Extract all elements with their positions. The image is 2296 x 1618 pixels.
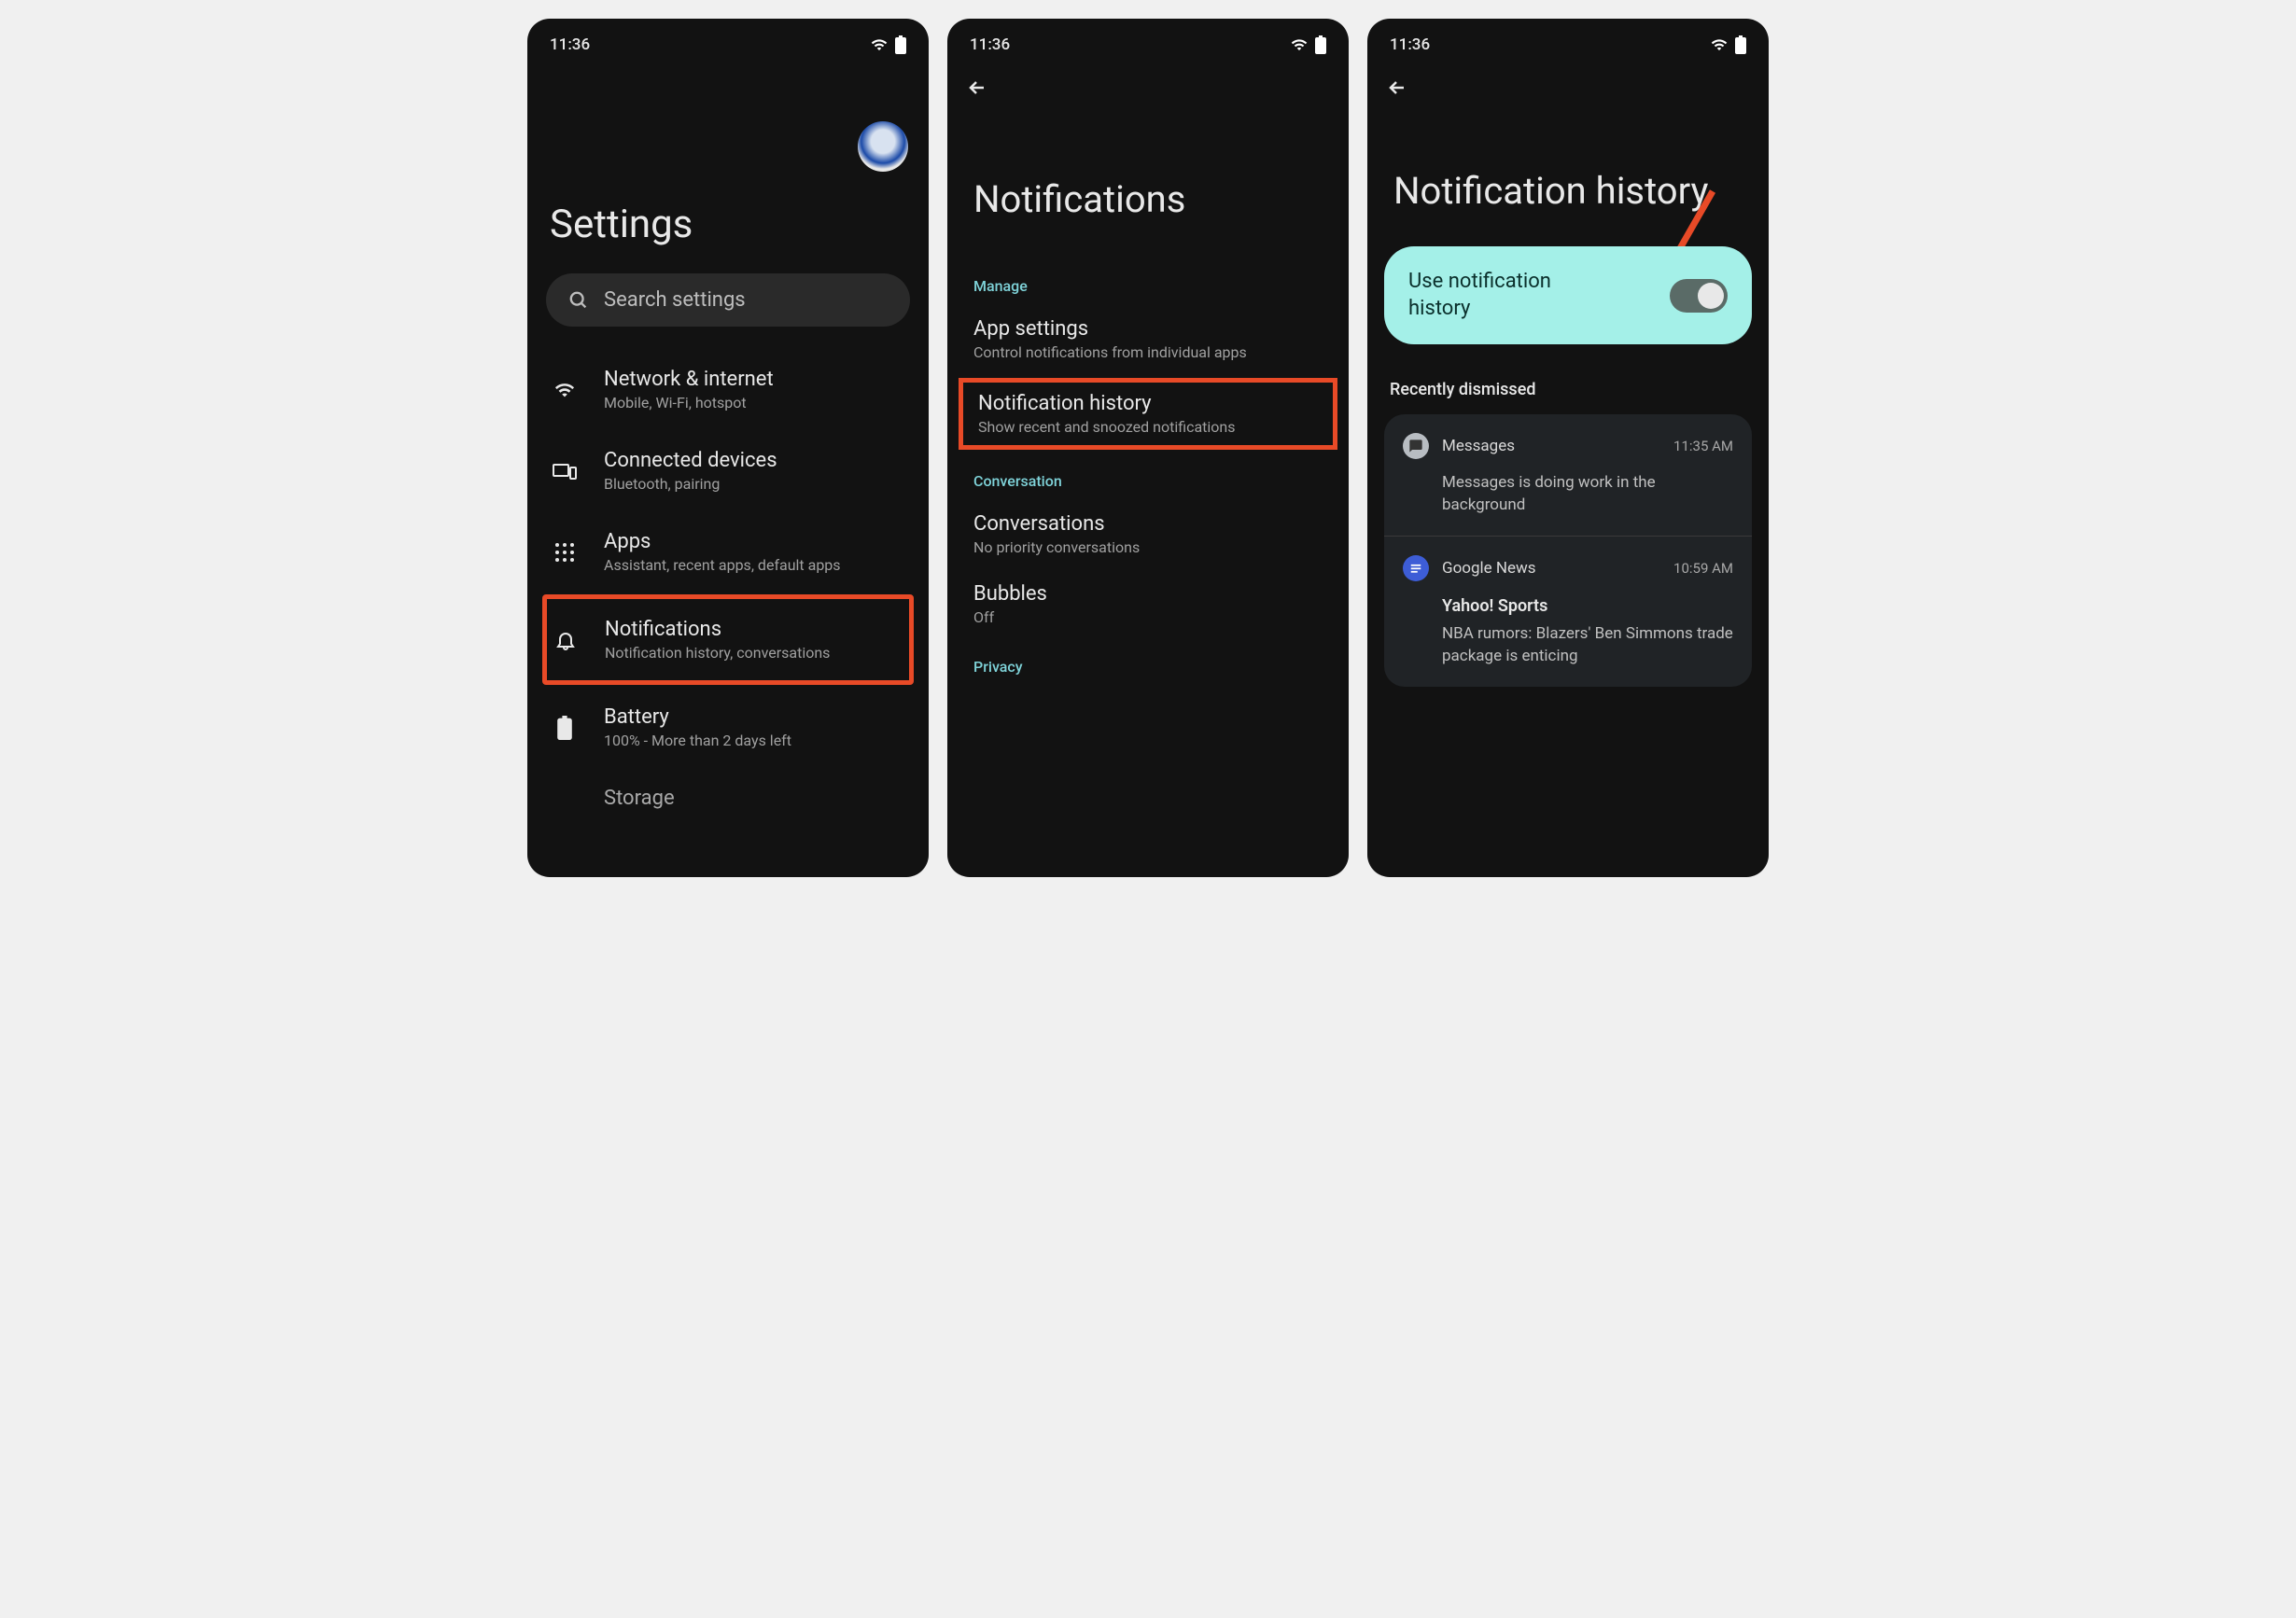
section-recently-dismissed: Recently dismissed — [1367, 372, 1769, 414]
item-title: Battery — [604, 705, 791, 729]
notification-time: 10:59 AM — [1673, 560, 1733, 577]
dismissed-notification[interactable]: Google News 10:59 AM Yahoo! Sports NBA r… — [1384, 537, 1752, 687]
status-bar: 11:36 — [527, 19, 929, 62]
item-title: Notification history — [978, 392, 1318, 415]
item-subtitle: Notification history, conversations — [605, 644, 830, 662]
wifi-icon — [1289, 36, 1309, 53]
section-label-manage: Manage — [947, 258, 1349, 304]
item-title: App settings — [973, 317, 1323, 341]
wifi-icon — [1709, 36, 1729, 53]
item-subtitle: Control notifications from individual ap… — [973, 343, 1323, 361]
item-title: Conversations — [973, 512, 1323, 536]
dismissed-notification[interactable]: Messages 11:35 AM Messages is doing work… — [1384, 414, 1752, 537]
search-input[interactable]: Search settings — [546, 273, 910, 327]
item-title: Network & internet — [604, 368, 774, 391]
notif-item-notification-history[interactable]: Notification history Show recent and sno… — [959, 378, 1337, 450]
settings-item-storage[interactable]: Storage — [546, 768, 910, 831]
app-name: Google News — [1442, 559, 1536, 578]
section-label-conversation: Conversation — [947, 453, 1349, 499]
settings-item-network[interactable]: Network & internet Mobile, Wi-Fi, hotspo… — [546, 349, 910, 430]
item-subtitle: Assistant, recent apps, default apps — [604, 556, 841, 574]
toggle-label: Use notification history — [1408, 269, 1614, 322]
profile-avatar[interactable] — [858, 121, 908, 172]
status-bar: 11:36 — [1367, 19, 1769, 62]
status-icons — [1709, 35, 1746, 54]
notification-title: Yahoo! Sports — [1442, 594, 1733, 618]
notif-item-bubbles[interactable]: Bubbles Off — [947, 569, 1349, 639]
item-title: Apps — [604, 530, 841, 553]
notification-body: Messages is doing work in the background — [1403, 472, 1733, 517]
section-label-privacy: Privacy — [947, 639, 1349, 685]
battery-icon — [552, 715, 578, 741]
dismissed-notifications-card: Messages 11:35 AM Messages is doing work… — [1384, 414, 1752, 686]
item-title: Connected devices — [604, 449, 777, 472]
status-time: 11:36 — [970, 35, 1010, 54]
topbar — [1367, 62, 1769, 103]
google-news-app-icon — [1403, 555, 1429, 581]
item-subtitle: Mobile, Wi-Fi, hotspot — [604, 394, 774, 411]
item-subtitle: 100% - More than 2 days left — [604, 732, 791, 749]
devices-icon — [552, 458, 578, 484]
notification-time: 11:35 AM — [1673, 438, 1733, 454]
page-title: Notifications — [947, 103, 1349, 258]
wifi-icon — [869, 36, 889, 53]
status-time: 11:36 — [1390, 35, 1430, 54]
messages-app-icon — [1403, 433, 1429, 459]
notification-history-screen: 11:36 Notification history Use notificat… — [1367, 19, 1769, 877]
settings-item-connected-devices[interactable]: Connected devices Bluetooth, pairing — [546, 430, 910, 511]
use-notification-history-toggle[interactable]: Use notification history — [1384, 246, 1752, 344]
item-subtitle: Bluetooth, pairing — [604, 475, 777, 493]
item-subtitle: Show recent and snoozed notifications — [978, 418, 1318, 436]
battery-icon — [1315, 35, 1326, 54]
notification-body: NBA rumors: Blazers' Ben Simmons trade p… — [1442, 623, 1733, 668]
settings-item-notifications[interactable]: Notifications Notification history, conv… — [542, 594, 914, 685]
topbar — [947, 62, 1349, 103]
settings-item-battery[interactable]: Battery 100% - More than 2 days left — [546, 687, 910, 768]
item-title: Notifications — [605, 618, 830, 641]
item-title: Storage — [604, 787, 675, 810]
notifications-settings-screen: 11:36 Notifications Manage App settings … — [947, 19, 1349, 877]
wifi-icon — [552, 377, 578, 403]
settings-list: Network & internet Mobile, Wi-Fi, hotspo… — [527, 349, 929, 831]
apps-grid-icon — [552, 539, 578, 565]
switch-on[interactable] — [1670, 279, 1728, 313]
notif-item-app-settings[interactable]: App settings Control notifications from … — [947, 304, 1349, 374]
search-icon — [568, 290, 589, 311]
notif-item-conversations[interactable]: Conversations No priority conversations — [947, 499, 1349, 569]
settings-item-apps[interactable]: Apps Assistant, recent apps, default app… — [546, 511, 910, 593]
storage-icon — [552, 787, 578, 813]
status-icons — [1289, 35, 1326, 54]
back-arrow-icon[interactable] — [1386, 77, 1408, 99]
battery-icon — [895, 35, 906, 54]
bell-icon — [553, 627, 579, 653]
app-name: Messages — [1442, 437, 1515, 455]
status-icons — [869, 35, 906, 54]
settings-main-screen: 11:36 Settings Search settings Network &… — [527, 19, 929, 877]
search-placeholder: Search settings — [604, 288, 746, 312]
status-time: 11:36 — [550, 35, 590, 54]
back-arrow-icon[interactable] — [966, 77, 988, 99]
item-title: Bubbles — [973, 582, 1323, 606]
item-subtitle: Off — [973, 608, 1323, 626]
page-title: Notification history — [1367, 103, 1769, 246]
status-bar: 11:36 — [947, 19, 1349, 62]
item-subtitle: No priority conversations — [973, 538, 1323, 556]
battery-icon — [1735, 35, 1746, 54]
